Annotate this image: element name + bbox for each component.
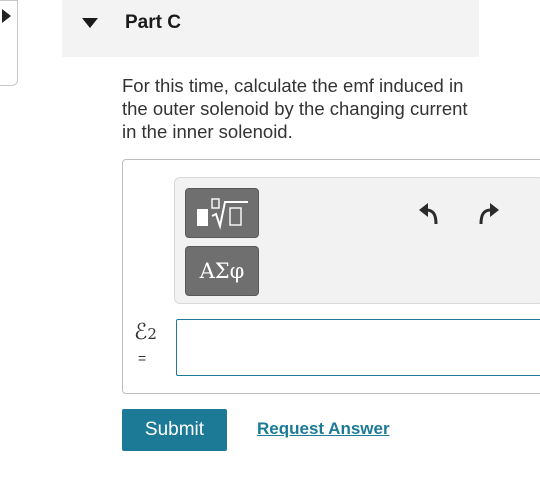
variable-label: ℰ2 xyxy=(134,320,157,345)
submit-button[interactable]: Submit xyxy=(122,409,227,451)
undo-icon xyxy=(419,203,438,225)
answer-input[interactable] xyxy=(176,319,540,376)
redo-icon xyxy=(479,203,499,225)
symbols-button[interactable]: ΑΣφ xyxy=(185,246,259,296)
request-answer-link[interactable]: Request Answer xyxy=(257,419,390,439)
variable-subscript: 2 xyxy=(147,325,157,343)
templates-sqrt-icon xyxy=(197,198,248,230)
collapsed-panel-tab[interactable] xyxy=(0,0,18,86)
caret-down-icon[interactable] xyxy=(82,18,98,28)
undo-button[interactable] xyxy=(415,198,445,228)
redo-button[interactable] xyxy=(473,198,503,228)
part-header[interactable]: Part C xyxy=(62,0,479,57)
question-text: For this time, calculate the emf induced… xyxy=(122,75,468,142)
variable-symbol: ℰ xyxy=(134,320,148,345)
part-title: Part C xyxy=(125,12,181,33)
math-toolbar: ΑΣφ xyxy=(174,177,540,304)
equals-sign: = xyxy=(138,350,147,366)
templates-button[interactable] xyxy=(185,188,259,238)
expand-arrow-icon xyxy=(2,9,11,23)
